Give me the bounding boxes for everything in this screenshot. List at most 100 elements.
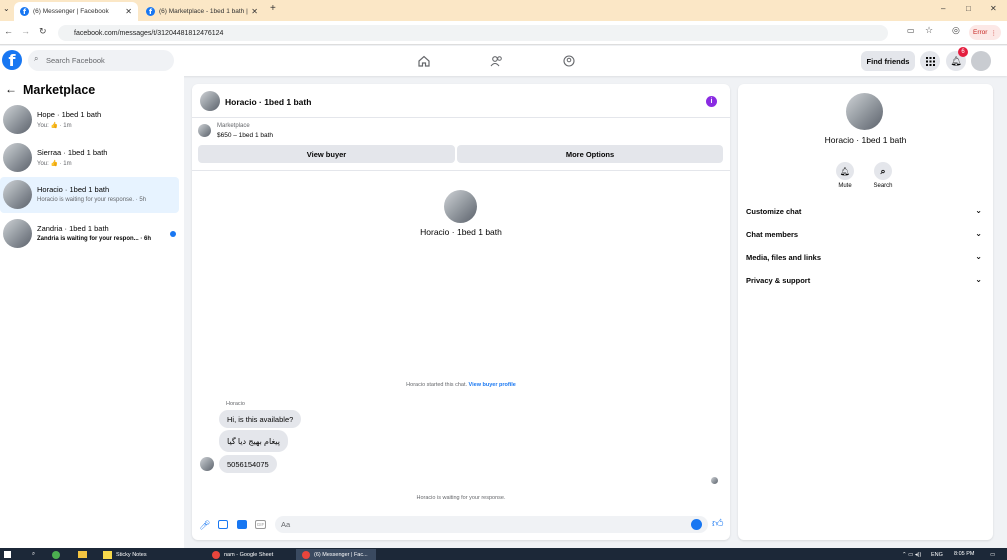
close-tab-icon[interactable]: ✕ [251, 7, 258, 16]
tab-messenger[interactable]: f (6) Messenger | Facebook ✕ [14, 2, 138, 21]
chevron-down-icon: ⌄ [975, 206, 982, 215]
grid-icon [925, 56, 935, 66]
info-icon[interactable]: i [706, 96, 717, 107]
tab-marketplace[interactable]: f (6) Marketplace - 1bed 1 bath | ✕ [140, 2, 264, 21]
customize-chat-section[interactable]: Customize chat ⌄ [746, 206, 986, 216]
folder-taskbar-icon[interactable] [78, 549, 87, 560]
new-tab-button[interactable]: + [270, 3, 276, 14]
listing-label: Marketplace [217, 123, 250, 129]
profile-avatar[interactable] [444, 190, 477, 223]
chevron-down-icon: ⌄ [975, 252, 982, 261]
profile-name: Horacio · 1bed 1 bath [420, 227, 502, 237]
conversation-name: Zandria · 1bed 1 bath [37, 224, 109, 233]
message-input[interactable]: Aa [275, 516, 708, 533]
conversation-item-sierraa[interactable]: Sierraa · 1bed 1 bath You: 👍 · 1m [0, 140, 179, 176]
bookmark-star-icon[interactable]: ☆ [925, 25, 933, 36]
message-bubble[interactable]: پیغام بھیج دیا گیا [219, 430, 288, 452]
error-button[interactable]: Error ⋮ [969, 25, 1001, 40]
message-text: 5056154075 [227, 459, 269, 469]
privacy-support-section[interactable]: Privacy & support ⌄ [746, 275, 986, 285]
avatar [3, 105, 32, 134]
tray-icons[interactable]: ⌃ ▭ ◂)) [902, 549, 921, 560]
header-divider [192, 117, 730, 118]
facebook-header: f ⌕ Search Facebook Find friends 🔔︎ 6 [0, 46, 1007, 76]
sticker-icon[interactable] [237, 520, 247, 529]
tab-search-chevron-icon[interactable]: ⌄ [3, 4, 10, 13]
reload-icon[interactable]: ↻ [39, 26, 47, 37]
facebook-logo-icon[interactable]: f [2, 50, 22, 70]
groups-icon[interactable] [561, 53, 577, 69]
conversation-name: Hope · 1bed 1 bath [37, 110, 102, 119]
start-icon[interactable] [4, 549, 12, 560]
more-options-button[interactable]: More Options [457, 145, 723, 163]
close-tab-icon[interactable]: ✕ [125, 7, 132, 16]
maximize-button[interactable]: □ [966, 4, 971, 13]
sidebar-title: Marketplace [23, 83, 96, 97]
avatar [3, 219, 32, 248]
url-field[interactable]: facebook.com/messages/t/3120448181247612… [58, 25, 888, 41]
find-friends-button[interactable]: Find friends [861, 51, 915, 71]
media-files-links-section[interactable]: Media, files and links ⌄ [746, 252, 986, 262]
gif-icon[interactable]: GIF [255, 520, 266, 529]
search-placeholder: Search Facebook [46, 56, 105, 65]
home-icon[interactable] [416, 53, 432, 69]
avatar [3, 180, 32, 209]
view-buyer-label: View buyer [306, 149, 347, 159]
microphone-icon[interactable]: 🎤︎ [199, 520, 210, 531]
view-buyer-button[interactable]: View buyer [198, 145, 455, 163]
conversation-preview: You: 👍 · 1m [37, 161, 72, 167]
chat-title[interactable]: Horacio · 1bed 1 bath [225, 97, 311, 107]
chevron-down-icon: ⌄ [975, 229, 982, 238]
search-icon[interactable]: ⌕ [32, 549, 35, 560]
photo-icon[interactable] [218, 520, 228, 529]
taskbar-app-sticky-notes[interactable]: Sticky Notes [103, 549, 147, 560]
like-thumb-icon[interactable]: 👍︎ [712, 517, 724, 530]
taskbar-app-label: Sticky Notes [116, 551, 147, 558]
chat-info-panel: Horacio · 1bed 1 bath 🔔︎ Mute ⌕ Search C… [738, 84, 993, 540]
search-input[interactable]: ⌕ Search Facebook [28, 50, 174, 71]
search-button[interactable]: ⌕ [874, 162, 892, 180]
notification-center-icon[interactable]: ▭ [990, 549, 995, 560]
back-arrow-icon[interactable]: ← [5, 82, 17, 96]
chat-started-notice: Horacio started this chat. View buyer pr… [192, 382, 730, 388]
back-icon[interactable]: ← [4, 26, 13, 36]
notification-badge: 6 [958, 47, 968, 57]
tab-title: (6) Marketplace - 1bed 1 bath | [159, 8, 248, 15]
message-bubble[interactable]: 5056154075 [219, 455, 277, 473]
facebook-favicon-icon: f [146, 7, 155, 16]
close-window-button[interactable]: ✕ [990, 4, 997, 13]
seen-indicator-avatar [711, 477, 718, 484]
forward-icon[interactable]: → [21, 26, 30, 36]
message-bubble[interactable]: Hi, is this available? [219, 410, 302, 428]
account-avatar[interactable] [971, 51, 991, 71]
menu-grid-button[interactable] [920, 51, 940, 71]
taskbar-app-messenger[interactable]: (6) Messenger | Fac... [296, 549, 376, 560]
chat-header-avatar[interactable] [200, 91, 220, 111]
language-indicator[interactable]: ENG [931, 549, 943, 560]
view-buyer-profile-link[interactable]: View buyer profile [469, 382, 516, 388]
conversation-item-zandria[interactable]: Zandria · 1bed 1 bath Zandria is waiting… [0, 216, 179, 252]
info-avatar[interactable] [846, 93, 883, 130]
chrome-taskbar-icon[interactable] [52, 549, 60, 560]
facebook-favicon-icon: f [20, 7, 29, 16]
sender-avatar [200, 457, 214, 471]
profile-icon[interactable]: ◎ [952, 25, 960, 36]
conversation-preview: Horacio is waiting for your response. · … [37, 197, 147, 203]
cast-icon[interactable]: ▭ [907, 26, 915, 35]
emoji-icon[interactable] [691, 519, 702, 530]
listing-divider [192, 170, 730, 171]
conversation-preview: You: 👍 · 1m [37, 123, 72, 129]
taskbar-app-label: nam - Google Sheet [224, 551, 274, 558]
taskbar-app-google-sheet[interactable]: nam - Google Sheet [212, 549, 273, 560]
friends-icon[interactable] [488, 53, 504, 69]
conversation-name: Horacio · 1bed 1 bath [37, 185, 110, 194]
conversation-item-hope[interactable]: Hope · 1bed 1 bath You: 👍 · 1m [0, 102, 179, 138]
mute-button[interactable]: 🔔︎ [836, 162, 854, 180]
clock[interactable]: 8:05 PM [954, 548, 974, 559]
conversation-name: Sierraa · 1bed 1 bath [37, 148, 108, 157]
minimize-button[interactable]: – [941, 4, 945, 13]
listing-thumbnail[interactable] [198, 124, 211, 137]
conversation-item-horacio[interactable]: Horacio · 1bed 1 bath Horacio is waiting… [0, 177, 179, 213]
chat-members-section[interactable]: Chat members ⌄ [746, 229, 986, 239]
bell-icon: 🔔︎ [950, 55, 962, 66]
